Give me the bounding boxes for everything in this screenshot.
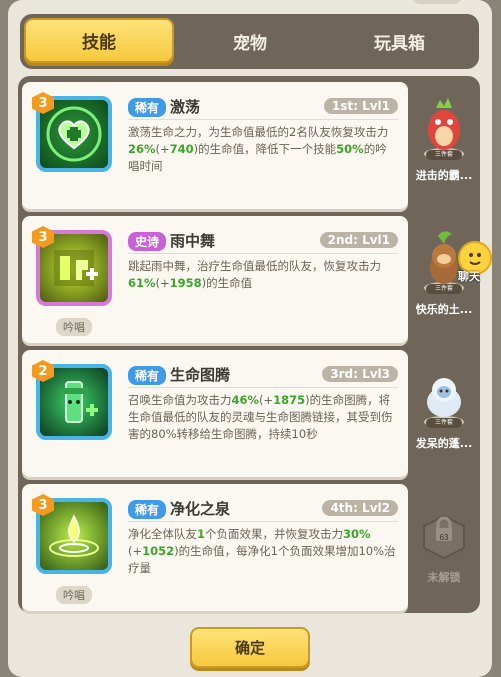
tab-pets[interactable]: 宠物 [180,14,320,69]
skill-name: 雨中舞 [170,232,216,250]
divider [128,521,398,522]
divider [128,387,398,388]
set-tag: 三件套 [426,150,462,160]
tab-toybox[interactable]: 玩具箱 [320,14,479,69]
chant-tag: 吟唱 [56,586,92,604]
skill-description: 跳起雨中舞，治疗生命值最低的队友，恢复攻击力61%(+1958)的生命值 [128,259,381,290]
tab-bar: 技能 宠物 玩具箱 [20,14,479,69]
skill-name: 生命图腾 [170,366,231,384]
skill-card-3[interactable]: 2 稀有 生命图腾 3rd: Lvl3 召唤生命值为攻击力46%(+1875)的… [22,350,408,477]
rarity-badge: 稀有 [128,500,167,519]
locked-label: 未解锁 [427,571,461,584]
pet-slot-3[interactable]: 三件套 发呆的蓬... [408,350,480,477]
divider [128,119,398,120]
chant-tag: 吟唱 [56,318,92,336]
pet-name: 进击的霸... [415,169,473,182]
set-tag: 三件套 [426,418,462,428]
skill-slot-level: 1st: Lvl1 [323,98,398,114]
rarity-badge: 稀有 [128,98,167,117]
skill-description: 召唤生命值为攻击力46%(+1875)的生命图腾，将生命值最低的队友的灵魂与生命… [128,393,393,441]
lock-level: 63 [440,533,449,542]
tab-skills[interactable]: 技能 [24,18,174,63]
skill-name: 激荡 [170,98,201,116]
skill-name: 净化之泉 [170,500,231,518]
skill-card-4[interactable]: 3 吟唱 稀有 净化之泉 4th: Lvl2 净化全体队友1个负面效果，并恢复攻… [22,484,408,611]
skill-slot-level: 4th: Lvl2 [322,500,398,516]
set-tag: 三件套 [426,284,462,294]
pet-slot-1[interactable]: 三件套 进击的霸... [408,82,480,209]
skill-description: 净化全体队友1个负面效果，并恢复攻击力30%(+1052)的生命值，每净化1个负… [128,527,396,575]
lock-icon: 63 [418,494,470,564]
skill-description: 激荡生命之力，为生命值最低的2名队友恢复攻击力26%(+740)的生命值，降低下… [128,125,389,173]
pet-name: 快乐的土... [415,303,473,316]
skill-card-2[interactable]: 3 吟唱 史诗 雨中舞 2nd: Lvl1 跳起雨中舞，治疗生命值最低的队友，恢… [22,216,408,343]
confirm-button[interactable]: 确定 [190,627,310,668]
divider [128,253,398,254]
skill-slot-level: 3rd: Lvl3 [322,366,398,382]
top-corner-tab [412,0,462,4]
skill-card-1[interactable]: 3 稀有 激荡 1st: Lvl1 激荡生命之力，为生命值最低的2名队友恢复攻击… [22,82,408,209]
rarity-badge: 史诗 [128,232,167,251]
rarity-badge: 稀有 [128,366,167,385]
pet-name: 发呆的蓬... [415,437,473,450]
chat-label[interactable]: 聊天 [458,268,480,284]
pet-slot-4-locked[interactable]: 63 未解锁 [408,484,480,611]
skill-slot-level: 2nd: Lvl1 [319,232,398,248]
